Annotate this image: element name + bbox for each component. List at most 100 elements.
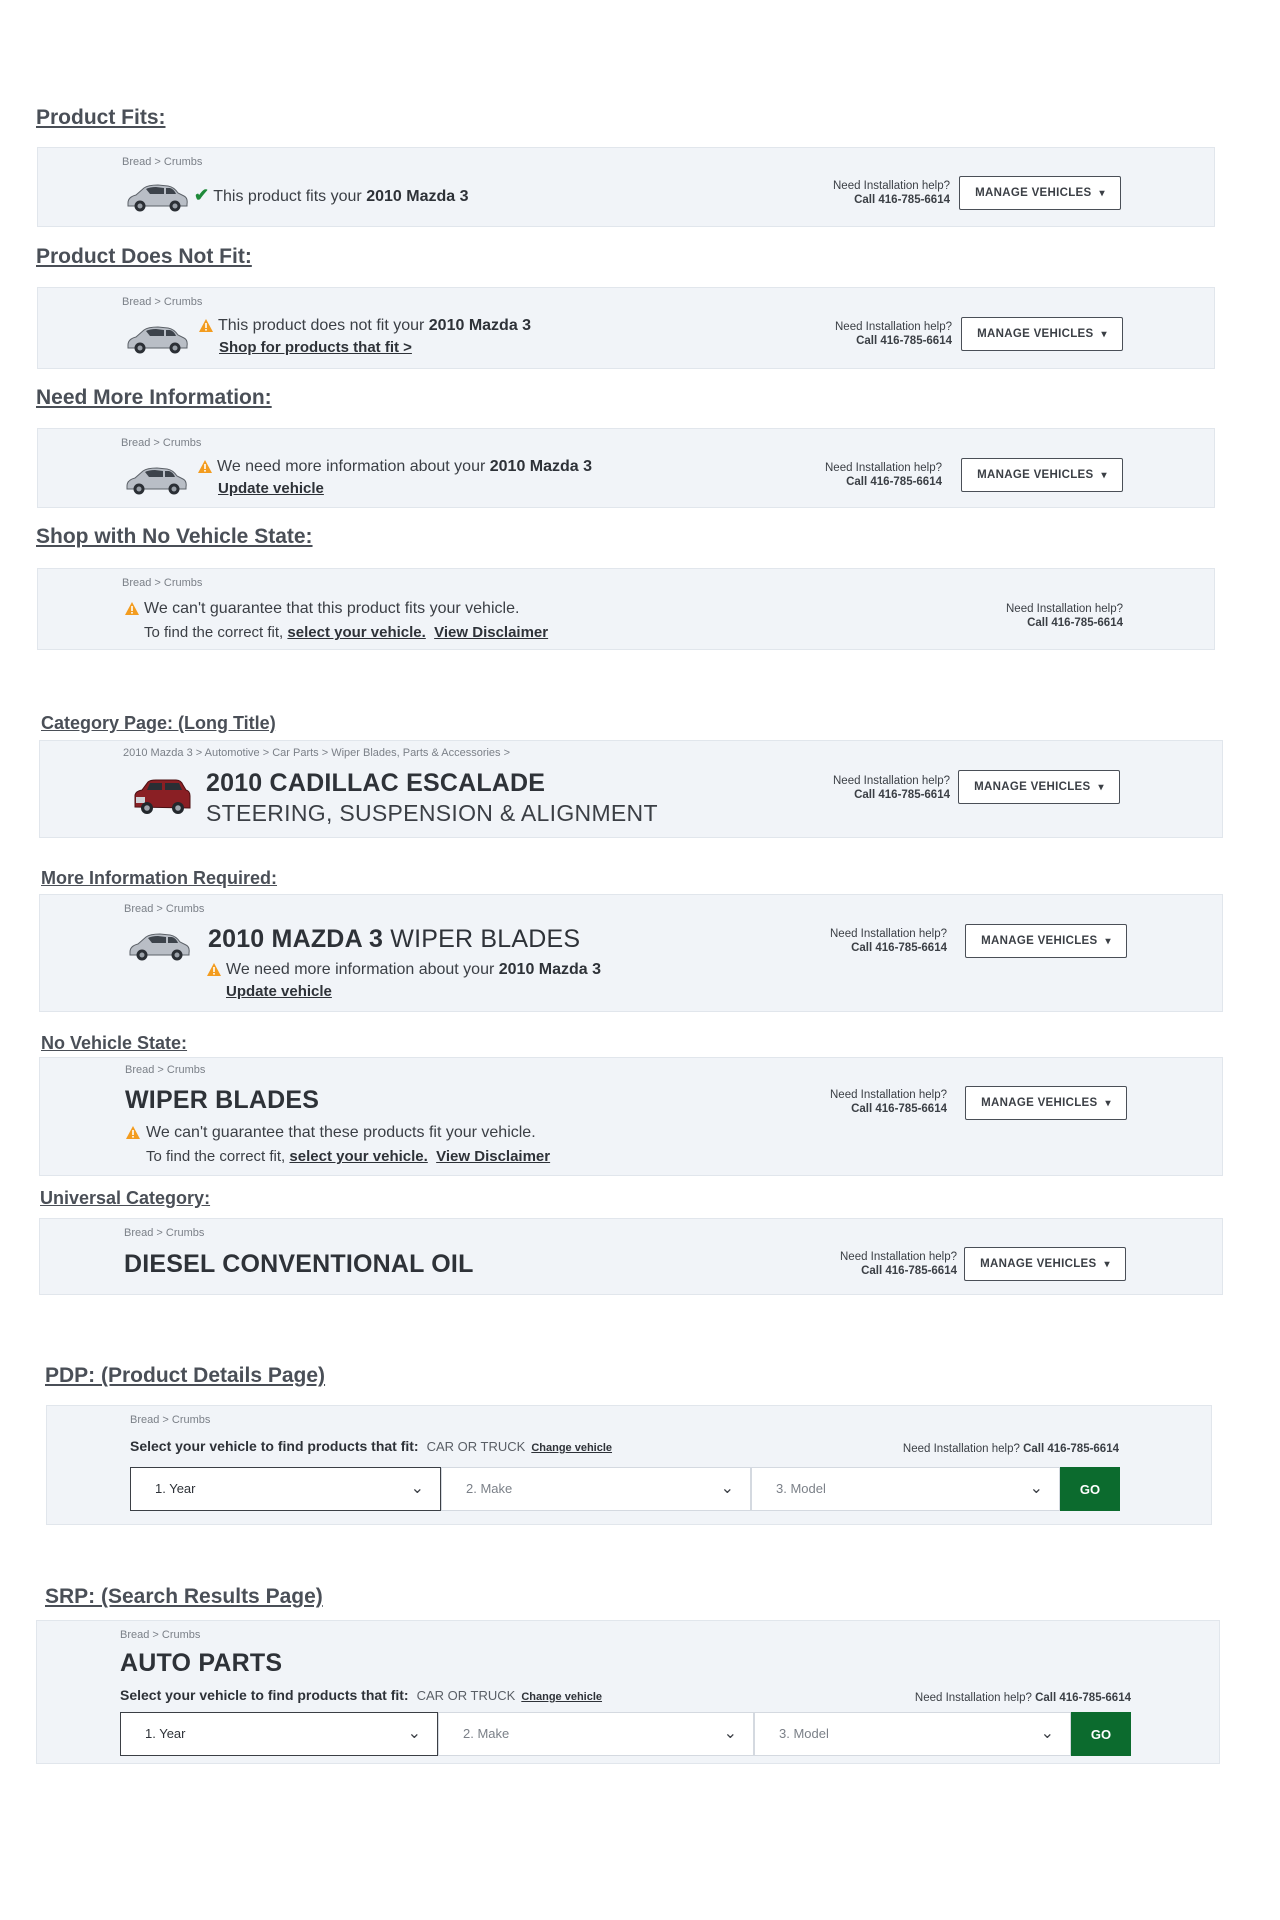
vehicle-selector-prompt: Select your vehicle to find products tha… — [130, 1438, 612, 1454]
breadcrumb[interactable]: Bread > Crumbs — [124, 1227, 204, 1239]
warning-icon — [125, 602, 139, 615]
fitment-panel-need-more-info: Bread > Crumbs We need more information … — [37, 428, 1215, 508]
category-title: 2010 MAZDA 3 WIPER BLADES — [208, 925, 580, 954]
change-vehicle-link[interactable]: Change vehicle — [531, 1442, 612, 1454]
chevron-down-icon: ▾ — [1101, 469, 1107, 481]
more-info-message: We need more information about your 2010… — [217, 458, 592, 476]
warning-icon — [199, 319, 213, 332]
help-phone[interactable]: Call 416-785-6614 — [830, 941, 947, 955]
more-info-message: We need more information about your 2010… — [226, 961, 601, 979]
fit-message: ✔ This product fits your 2010 Mazda 3 — [194, 185, 468, 206]
help-label: Need Installation help? — [1006, 603, 1123, 615]
change-vehicle-link[interactable]: Change vehicle — [521, 1691, 602, 1703]
section-heading-category-long-title: Category Page: (Long Title) — [41, 713, 276, 733]
breadcrumb[interactable]: Bread > Crumbs — [122, 296, 202, 308]
model-select[interactable]: 3. Model ⌄ — [751, 1467, 1060, 1511]
find-fit-prefix: To find the correct fit, — [144, 624, 288, 641]
help-phone[interactable]: Call 416-785-6614 — [833, 193, 950, 207]
chevron-down-icon: ▾ — [1101, 328, 1107, 340]
warning-icon — [198, 460, 212, 473]
breadcrumb[interactable]: Bread > Crumbs — [122, 156, 202, 168]
manage-vehicles-button[interactable]: MANAGE VEHICLES ▾ — [961, 458, 1123, 492]
chevron-down-icon: ▾ — [1099, 187, 1105, 199]
no-guarantee-message: We can't guarantee that these products f… — [146, 1124, 536, 1141]
installation-help: Need Installation help? Call 416-785-661… — [915, 1691, 1131, 1705]
manage-vehicles-button[interactable]: MANAGE VEHICLES ▾ — [964, 1247, 1126, 1281]
check-icon: ✔ — [194, 185, 210, 205]
section-heading-product-fits: Product Fits: — [36, 106, 166, 129]
help-phone[interactable]: Call 416-785-6614 — [840, 1264, 957, 1278]
help-phone[interactable]: Call 416-785-6614 — [1006, 616, 1123, 630]
vehicle-type: CAR OR TRUCK — [416, 1688, 516, 1703]
help-phone[interactable]: Call 416-785-6614 — [825, 475, 942, 489]
help-label: Need Installation help? — [833, 775, 950, 787]
help-phone[interactable]: Call 416-785-6614 — [1023, 1443, 1119, 1455]
breadcrumb[interactable]: 2010 Mazda 3 > Automotive > Car Parts > … — [123, 747, 510, 759]
installation-help: Need Installation help? Call 416-785-661… — [835, 320, 952, 348]
vehicle-type: CAR OR TRUCK — [426, 1439, 526, 1454]
no-guarantee-message: We can't guarantee that this product fit… — [144, 600, 520, 617]
year-select[interactable]: 1. Year ⌄ — [130, 1467, 441, 1511]
help-label: Need Installation help? — [840, 1251, 957, 1263]
chevron-down-icon: ⌄ — [410, 1480, 424, 1497]
chevron-down-icon: ⌄ — [1040, 1725, 1054, 1742]
chevron-down-icon: ▾ — [1104, 1258, 1110, 1270]
select-vehicle-link[interactable]: select your vehicle. — [289, 1148, 427, 1165]
help-phone[interactable]: Call 416-785-6614 — [835, 334, 952, 348]
help-phone[interactable]: Call 416-785-6614 — [830, 1102, 947, 1116]
more-info-message-text: We need more information about your — [226, 961, 499, 978]
manage-vehicles-button[interactable]: MANAGE VEHICLES ▾ — [965, 924, 1127, 958]
view-disclaimer-link[interactable]: View Disclaimer — [434, 624, 548, 641]
help-label: Need Installation help? — [835, 321, 952, 333]
year-select-label: 1. Year — [145, 1726, 186, 1741]
manage-vehicles-button[interactable]: MANAGE VEHICLES ▾ — [965, 1086, 1127, 1120]
model-select-label: 3. Model — [779, 1726, 829, 1741]
manage-vehicles-button[interactable]: MANAGE VEHICLES ▾ — [958, 770, 1120, 804]
chevron-down-icon: ▾ — [1105, 935, 1111, 947]
installation-help: Need Installation help? Call 416-785-661… — [825, 461, 942, 489]
suv-icon — [134, 779, 191, 814]
view-disclaimer-link[interactable]: View Disclaimer — [436, 1148, 550, 1165]
go-button[interactable]: GO — [1060, 1467, 1120, 1511]
installation-help: Need Installation help? Call 416-785-661… — [903, 1442, 1119, 1456]
chevron-down-icon: ⌄ — [407, 1725, 421, 1742]
section-heading-need-more-info: Need More Information: — [36, 386, 272, 409]
manage-vehicles-button[interactable]: MANAGE VEHICLES ▾ — [959, 176, 1121, 210]
shop-for-products-link[interactable]: Shop for products that fit > — [219, 339, 412, 356]
fitment-panel-does-not-fit: Bread > Crumbs This product does not fit… — [37, 287, 1215, 369]
category-title: AUTO PARTS — [120, 1649, 283, 1677]
help-label: Need Installation help? — [830, 1089, 947, 1101]
chevron-down-icon: ▾ — [1098, 781, 1104, 793]
breadcrumb[interactable]: Bread > Crumbs — [121, 437, 201, 449]
breadcrumb[interactable]: Bread > Crumbs — [125, 1064, 205, 1076]
selector-prompt-text: Select your vehicle to find products tha… — [130, 1438, 419, 1454]
category-panel-more-info: Bread > Crumbs 2010 MAZDA 3 WIPER BLADES… — [39, 894, 1223, 1012]
update-vehicle-link[interactable]: Update vehicle — [218, 480, 324, 497]
help-phone[interactable]: Call 416-785-6614 — [833, 788, 950, 802]
car-icon — [127, 326, 188, 354]
car-icon — [129, 933, 190, 961]
year-select[interactable]: 1. Year ⌄ — [120, 1712, 438, 1756]
breadcrumb[interactable]: Bread > Crumbs — [122, 577, 202, 589]
category-title: 2010 CADILLAC ESCALADE — [206, 769, 546, 797]
make-select[interactable]: 2. Make ⌄ — [441, 1467, 751, 1511]
manage-vehicles-button[interactable]: MANAGE VEHICLES ▾ — [961, 317, 1123, 351]
category-panel-long-title: 2010 Mazda 3 > Automotive > Car Parts > … — [39, 740, 1223, 838]
model-select[interactable]: 3. Model ⌄ — [754, 1712, 1071, 1756]
update-vehicle-link[interactable]: Update vehicle — [226, 983, 332, 1000]
make-select[interactable]: 2. Make ⌄ — [438, 1712, 754, 1756]
go-button[interactable]: GO — [1071, 1712, 1131, 1756]
fitment-panel-product-fits: Bread > Crumbs ✔ This product fits your … — [37, 147, 1215, 227]
category-subtitle: STEERING, SUSPENSION & ALIGNMENT — [206, 800, 658, 826]
more-info-message-text: We need more information about your — [217, 458, 490, 475]
year-select-label: 1. Year — [155, 1481, 196, 1496]
make-select-label: 2. Make — [466, 1481, 513, 1496]
help-phone[interactable]: Call 416-785-6614 — [1035, 1692, 1131, 1704]
breadcrumb[interactable]: Bread > Crumbs — [130, 1414, 210, 1426]
breadcrumb[interactable]: Bread > Crumbs — [120, 1629, 200, 1641]
select-vehicle-link[interactable]: select your vehicle. — [287, 624, 425, 641]
section-heading-product-does-not-fit: Product Does Not Fit: — [36, 245, 252, 268]
help-label: Need Installation help? — [825, 462, 942, 474]
no-fit-message: This product does not fit your 2010 Mazd… — [218, 317, 531, 335]
breadcrumb[interactable]: Bread > Crumbs — [124, 903, 204, 915]
